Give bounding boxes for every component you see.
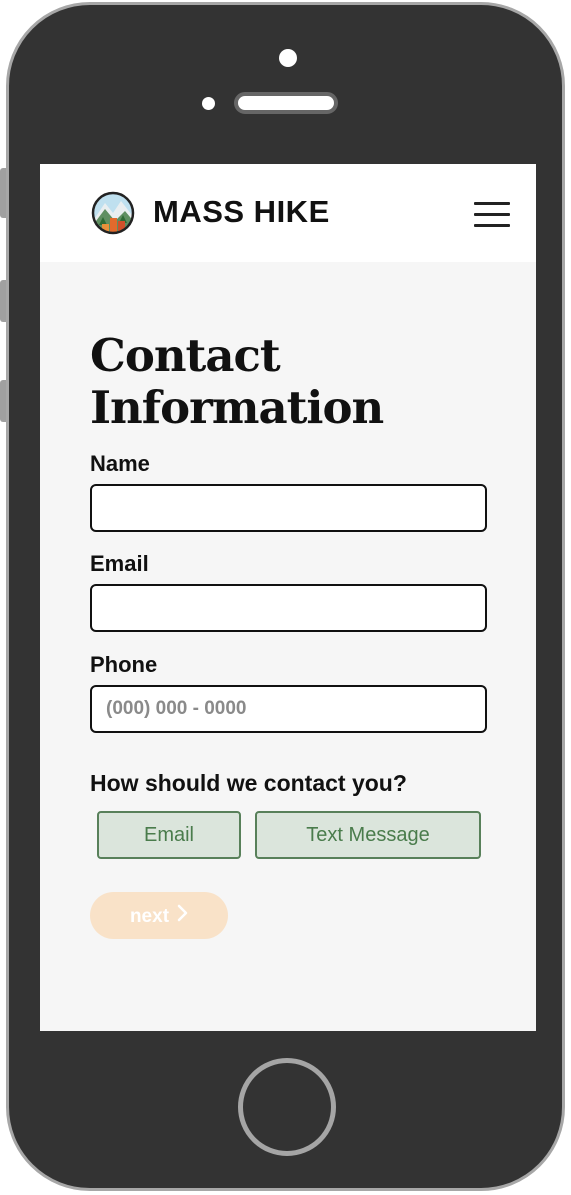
email-label: Email bbox=[90, 551, 149, 576]
next-button[interactable]: next bbox=[90, 892, 228, 939]
title-line-1: Contact bbox=[90, 329, 281, 382]
chevron-right-icon bbox=[177, 904, 188, 921]
earpiece-speaker bbox=[234, 92, 338, 114]
mountain-logo-icon[interactable] bbox=[91, 191, 135, 235]
page-title: Contact Information bbox=[90, 329, 384, 434]
front-camera bbox=[279, 49, 297, 67]
proximity-sensor bbox=[202, 97, 215, 110]
name-label: Name bbox=[90, 451, 150, 476]
phone-label: Phone bbox=[90, 652, 158, 677]
name-field[interactable] bbox=[90, 484, 487, 532]
hamburger-menu-icon[interactable] bbox=[474, 202, 510, 228]
phone-screen: MASS HIKE Contact Information Name Email … bbox=[40, 164, 536, 1031]
email-field[interactable] bbox=[90, 584, 487, 632]
brand-name[interactable]: MASS HIKE bbox=[153, 194, 330, 230]
phone-field[interactable] bbox=[90, 685, 487, 733]
title-line-2: Information bbox=[90, 381, 384, 434]
contact-email-option[interactable]: Email bbox=[97, 811, 241, 859]
site-header: MASS HIKE bbox=[40, 164, 536, 262]
contact-method-question: How should we contact you? bbox=[90, 770, 407, 796]
home-button[interactable] bbox=[238, 1058, 336, 1156]
contact-text-option[interactable]: Text Message bbox=[255, 811, 481, 859]
next-label: next bbox=[129, 905, 170, 927]
